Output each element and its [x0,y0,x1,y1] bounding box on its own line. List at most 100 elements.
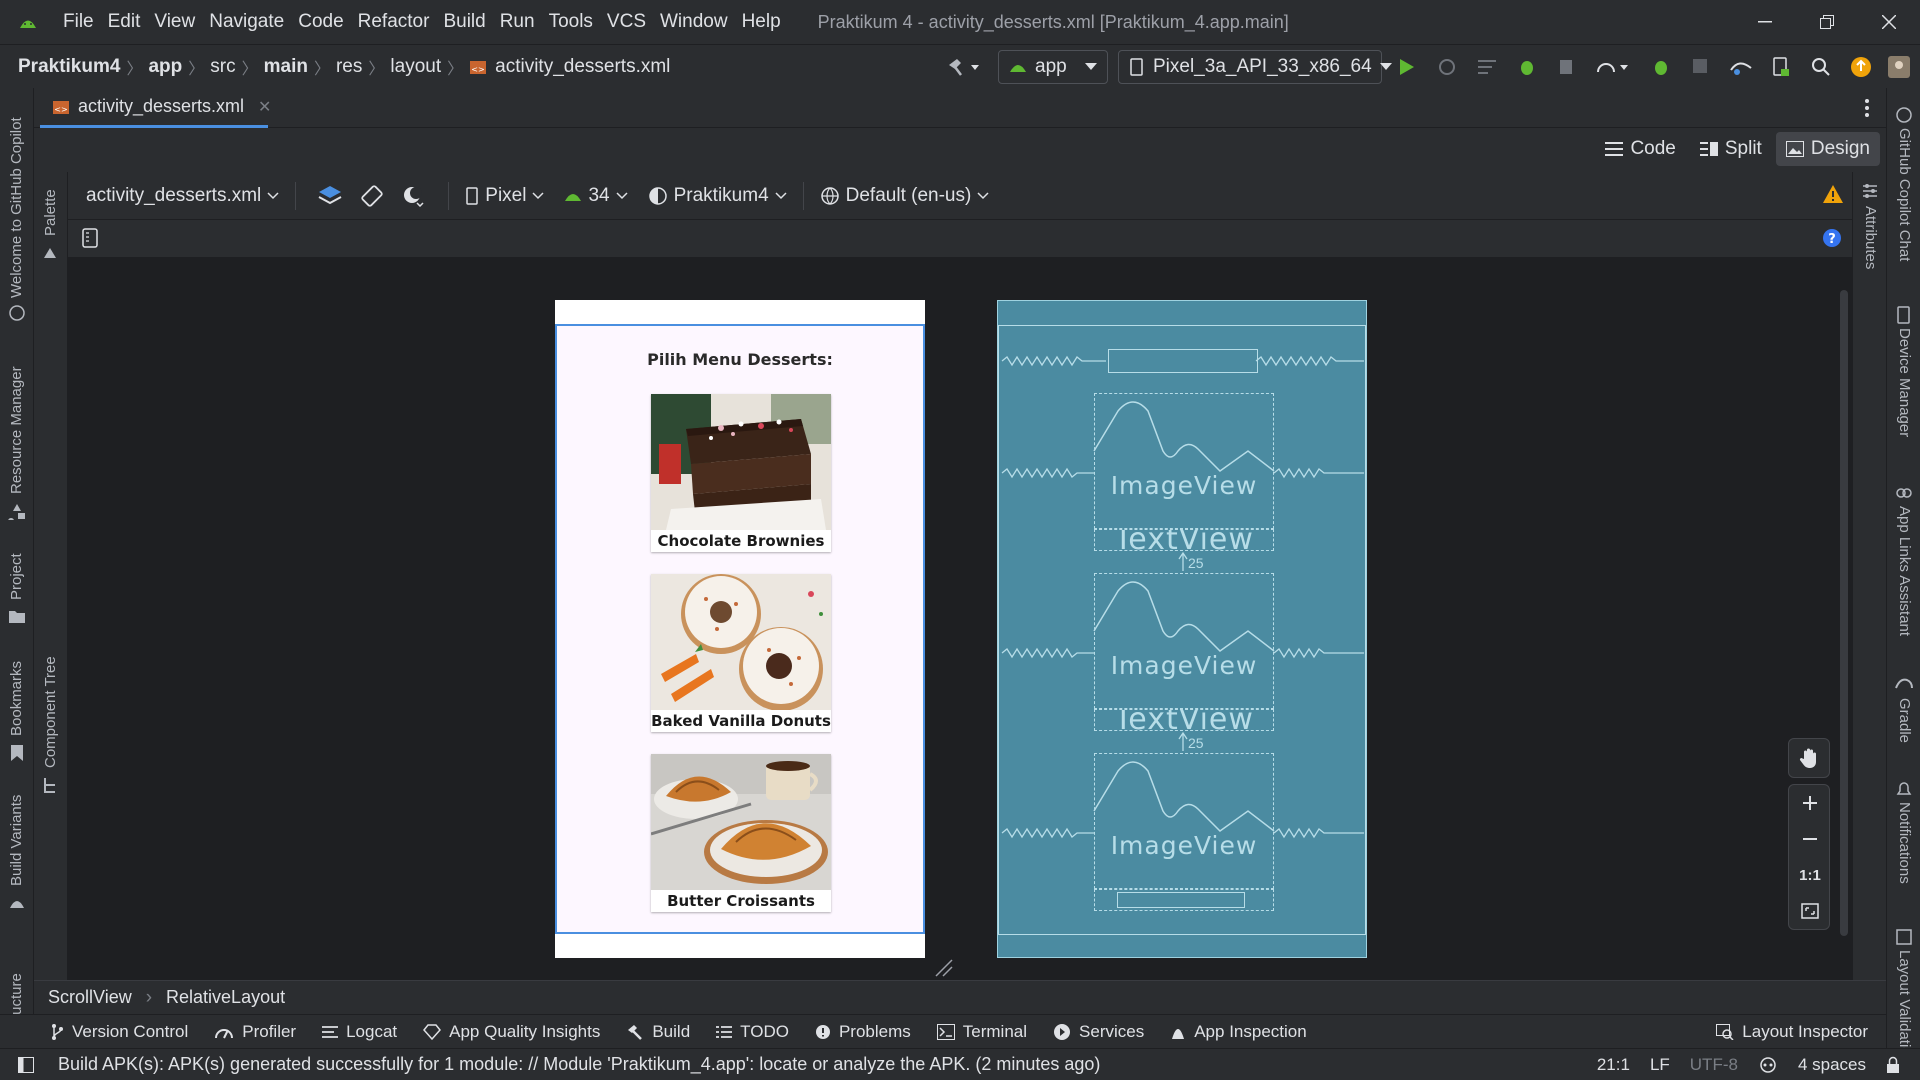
blueprint-imageview[interactable] [1094,753,1274,889]
stop-icon[interactable] [1686,51,1716,83]
file-encoding[interactable]: UTF-8 [1690,1055,1738,1075]
breadcrumb-project[interactable]: Praktikum4 [14,56,124,78]
gradle-icon[interactable] [1895,676,1913,692]
link-icon[interactable] [1895,484,1913,502]
editor-tab[interactable]: <> activity_desserts.xml ✕ [40,88,271,128]
side-tool-device-manager[interactable]: Device Manager [1896,328,1913,437]
tool-logcat[interactable]: Logcat [322,1022,397,1042]
indent-setting[interactable]: 4 spaces [1798,1055,1866,1075]
view-mode-code[interactable]: Code [1595,132,1685,166]
side-tool-app-links[interactable]: App Links Assistant [1896,506,1913,636]
cursor-position[interactable]: 21:1 [1597,1055,1630,1075]
palette-tab[interactable]: Palette [42,189,59,236]
copilot-status-icon[interactable] [1758,1056,1778,1074]
design-canvas[interactable]: 1:1 [68,258,1852,980]
dessert-card[interactable]: Baked Vanilla Donuts [651,574,831,732]
blueprint-heading-textview[interactable] [1108,349,1258,373]
tool-build[interactable]: Build [626,1022,690,1042]
breadcrumb-file[interactable]: activity_desserts.xml [491,56,674,78]
attach-debugger-icon[interactable] [1646,51,1676,83]
zoom-out-button[interactable] [1789,821,1831,857]
account-icon[interactable] [1886,51,1912,83]
blueprint-textview[interactable]: TextView [1094,709,1274,731]
profile-icon[interactable] [1592,51,1636,83]
tool-app-inspection[interactable]: App Inspection [1170,1022,1307,1042]
breadcrumb-module[interactable]: app [144,56,186,78]
blueprint-imageview[interactable] [1094,573,1274,709]
menu-vcs[interactable]: VCS [600,11,653,33]
blueprint-textview[interactable]: TextView [1094,529,1274,551]
side-tool-resource-manager[interactable]: Resource Manager [8,366,25,494]
search-icon[interactable] [1806,51,1836,83]
croissants-photo[interactable] [651,754,831,890]
resize-handle-icon[interactable] [934,958,954,978]
blueprint-textview[interactable] [1094,889,1274,911]
more-options-icon[interactable] [1864,98,1870,118]
device-manager-side-icon[interactable] [1895,306,1913,324]
device-frame-icon[interactable] [82,228,98,248]
menu-refactor[interactable]: Refactor [351,11,437,33]
apply-code-changes-icon[interactable] [1472,51,1502,83]
breadcrumb-main[interactable]: main [260,56,312,78]
menu-navigate[interactable]: Navigate [202,11,291,33]
menu-build[interactable]: Build [436,11,492,33]
bookmark-icon[interactable] [10,744,24,762]
coverage-icon[interactable] [1552,51,1582,83]
dessert-card[interactable]: Chocolate Brownies [651,394,831,552]
menu-help[interactable]: Help [735,11,788,33]
restore-button[interactable] [1796,0,1858,44]
layout-file-dropdown[interactable]: activity_desserts.xml [86,185,279,207]
dessert-card[interactable]: Butter Croissants [651,754,831,912]
tool-version-control[interactable]: Version Control [50,1022,188,1042]
zoom-to-fit-icon[interactable] [1789,893,1831,929]
bell-icon[interactable] [1895,780,1913,798]
zoom-actual-size-button[interactable]: 1:1 [1789,857,1831,893]
side-tool-notifications[interactable]: Notifications [1896,802,1913,884]
tool-todo[interactable]: TODO [716,1022,789,1042]
component-tree-tab[interactable]: Component Tree [42,656,59,768]
side-tool-layout-validation[interactable]: Layout Validation [1896,950,1913,1064]
layout-validation-icon[interactable] [1895,928,1913,946]
theme-dropdown[interactable]: Praktikum4 [648,185,787,207]
tool-services[interactable]: Services [1053,1022,1144,1042]
view-mode-split[interactable]: Split [1690,132,1772,166]
side-tool-project[interactable]: Project [8,553,25,600]
build-variants-icon[interactable] [8,896,26,910]
locale-dropdown[interactable]: Default (en-us) [820,185,990,207]
night-mode-icon[interactable] [396,185,432,207]
component-path-scrollview[interactable]: ScrollView [48,987,132,1008]
pan-hand-icon[interactable] [1788,738,1830,778]
side-tool-build-variants[interactable]: Build Variants [8,795,25,886]
device-preview-dropdown[interactable]: Pixel [465,185,544,207]
blueprint-imageview[interactable] [1094,393,1274,529]
run-button[interactable] [1392,51,1422,83]
copilot-icon[interactable] [8,304,26,322]
close-tab-icon[interactable]: ✕ [258,97,271,117]
run-config-dropdown[interactable]: app [998,49,1108,84]
sync-gradle-icon[interactable] [1726,51,1756,83]
build-hammer-button[interactable] [940,51,988,83]
menu-tools[interactable]: Tools [542,11,600,33]
breadcrumb-res[interactable]: res [332,56,366,78]
tool-terminal[interactable]: Terminal [936,1022,1027,1042]
warning-icon[interactable] [1822,184,1844,204]
breadcrumb-layout[interactable]: layout [386,56,445,78]
blueprint-view[interactable]: ImageView TextView 25 ImageView TextView… [997,300,1367,958]
scrollview-selection[interactable]: Pilih Menu Desserts: Chocolate Brownies [555,324,925,934]
menu-window[interactable]: Window [653,11,735,33]
brownies-photo[interactable] [651,394,831,530]
breadcrumb-src[interactable]: src [206,56,239,78]
attributes-tab[interactable]: Attributes [1862,206,1879,269]
apply-changes-icon[interactable] [1432,51,1462,83]
close-button[interactable] [1858,0,1920,44]
layers-icon[interactable] [312,185,348,207]
tool-app-quality-insights[interactable]: App Quality Insights [423,1022,600,1042]
status-message[interactable]: Build APK(s): APK(s) generated successfu… [58,1054,1100,1075]
side-tool-copilot-chat[interactable]: GitHub Copilot Chat [1896,128,1913,261]
updates-icon[interactable] [1846,51,1876,83]
view-mode-design[interactable]: Design [1775,132,1880,166]
folder-icon[interactable] [8,608,26,624]
palette-icon[interactable] [42,244,60,260]
minimize-button[interactable] [1734,0,1796,44]
component-tree-icon[interactable] [42,776,60,794]
